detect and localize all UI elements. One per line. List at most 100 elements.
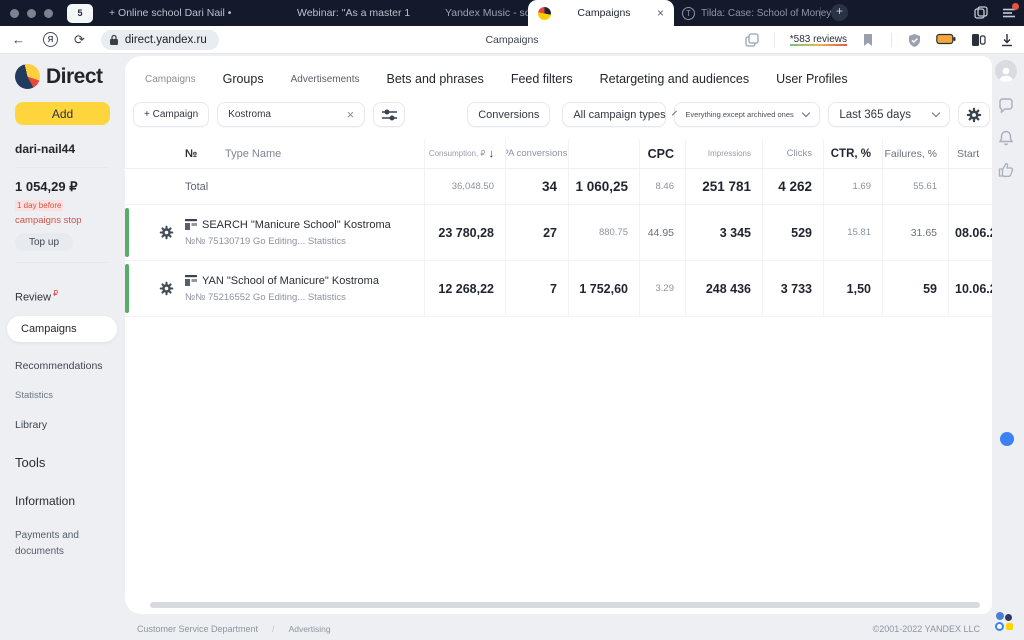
- total-cpa: 1 060,25: [575, 179, 628, 194]
- campaign-name-link[interactable]: SEARCH "Manicure School" Kostroma: [202, 219, 391, 231]
- total-consumption: 36,048.50: [451, 181, 494, 192]
- help-widget[interactable]: [1000, 432, 1014, 446]
- col-number[interactable]: №: [181, 148, 207, 160]
- back-icon[interactable]: ←: [12, 32, 25, 47]
- support-link[interactable]: Customer Service Department: [137, 624, 258, 634]
- bell-icon[interactable]: [998, 130, 1014, 146]
- col-clicks[interactable]: Clicks: [787, 148, 812, 159]
- col-start[interactable]: Start: [957, 148, 979, 160]
- cell-cpa: 1 752,60: [579, 281, 628, 296]
- campaign-search[interactable]: ×: [217, 102, 366, 127]
- sidebar-item-library[interactable]: Library: [15, 419, 125, 431]
- reviews-badge[interactable]: *583 reviews: [789, 33, 847, 46]
- chevron-down-icon: [802, 108, 811, 118]
- sidebar-item-campaigns[interactable]: Campaigns: [7, 315, 117, 342]
- clear-search-icon[interactable]: ×: [347, 107, 355, 122]
- divider: [15, 262, 109, 263]
- direct-logo[interactable]: Direct: [15, 64, 125, 89]
- browser-tab-active[interactable]: Campaigns ×: [528, 0, 674, 26]
- browser-menu-icon[interactable]: [1002, 3, 1019, 20]
- account-name[interactable]: dari-nail44: [15, 142, 125, 156]
- sidebar-item-recommendations[interactable]: Recommendations: [15, 360, 125, 372]
- conversions-button[interactable]: Conversions: [467, 102, 551, 127]
- tab-groups[interactable]: Groups: [223, 72, 264, 86]
- horizontal-scrollbar[interactable]: [150, 602, 980, 608]
- col-ctr[interactable]: CTR, %: [831, 148, 871, 160]
- sidebar-item-review[interactable]: Review ₽: [15, 289, 125, 304]
- period-dropdown[interactable]: Last 365 days: [828, 102, 951, 127]
- cell-clicks: 529: [791, 225, 812, 240]
- url-field[interactable]: direct.yandex.ru: [100, 29, 219, 50]
- sidebar-item-payments[interactable]: Payments and documents: [15, 528, 125, 560]
- thumbs-up-icon[interactable]: [998, 162, 1014, 178]
- col-cpa-conversions[interactable]: CPA conversions: [506, 148, 567, 159]
- filter-settings-button[interactable]: [373, 102, 406, 127]
- top-up-button[interactable]: Top up: [15, 233, 73, 251]
- collections-icon[interactable]: [971, 33, 986, 47]
- col-type-name[interactable]: Type Name: [207, 148, 424, 160]
- sidebar: Direct Add dari-nail44 1 054,29 ₽ 1 day …: [0, 54, 125, 640]
- bookmark-icon[interactable]: [862, 33, 876, 47]
- campaign-meta-links[interactable]: №№ 75216552 Go Editing... Statistics: [185, 292, 424, 303]
- browser-tab-2[interactable]: Webinar: "As a master 1: [297, 7, 429, 19]
- footer: Customer Service Department / Advertisin…: [0, 612, 1024, 640]
- avatar[interactable]: [995, 60, 1017, 82]
- row-settings-button[interactable]: [151, 281, 181, 296]
- tab-campaigns[interactable]: Campaigns: [145, 74, 196, 85]
- yandex-browser-icon[interactable]: Я: [43, 32, 58, 47]
- browser-tab-3[interactable]: Yandex Music - sobi: [445, 7, 541, 19]
- battery-saver-icon[interactable]: [936, 33, 956, 47]
- tab-user-profiles[interactable]: User Profiles: [776, 72, 848, 86]
- sidebar-item-statistics[interactable]: Statistics: [15, 390, 125, 401]
- refresh-icon[interactable]: ⟳: [74, 32, 85, 48]
- tab-panel-icon[interactable]: [974, 6, 988, 20]
- new-tab-button[interactable]: +: [831, 4, 848, 21]
- archived-filter-dropdown[interactable]: Everything except archived ones: [674, 102, 821, 127]
- browser-tab-tilda[interactable]: T Tilda: Case: School of Money: [682, 0, 831, 26]
- close-tab-icon[interactable]: ×: [657, 6, 664, 20]
- page-widget-icons[interactable]: [994, 610, 1016, 636]
- total-impressions: 251 781: [702, 179, 751, 194]
- col-impressions[interactable]: Impressions: [708, 149, 751, 158]
- table-row[interactable]: SEARCH "Manicure School" Kostroma №№ 751…: [125, 205, 992, 261]
- table-row[interactable]: YAN "School of Manicure" Kostroma №№ 752…: [125, 261, 992, 317]
- campaign-types-value: All campaign types: [573, 108, 666, 121]
- col-cpc[interactable]: CPC: [648, 147, 674, 161]
- add-button[interactable]: Add: [15, 102, 110, 125]
- copy-pages-icon[interactable]: [745, 32, 759, 47]
- campaign-active-indicator: [125, 264, 129, 313]
- campaign-meta-links[interactable]: №№ 75130719 Go Editing... Statistics: [185, 236, 424, 247]
- advertising-link[interactable]: Advertising: [289, 624, 331, 634]
- row-settings-button[interactable]: [151, 225, 181, 240]
- balance-warning-line1: 1 day before: [15, 200, 64, 211]
- tab-retargeting[interactable]: Retargeting and audiences: [600, 72, 749, 86]
- shield-icon[interactable]: [907, 33, 921, 47]
- chat-icon[interactable]: [998, 98, 1014, 114]
- sidebar-section-tools[interactable]: Tools: [15, 455, 125, 470]
- tab-counter-icon[interactable]: 5: [67, 3, 93, 23]
- add-campaign-button[interactable]: + Campaign: [133, 102, 210, 127]
- window-minimize-icon[interactable]: [27, 8, 36, 18]
- cell-cpa: 880.75: [598, 227, 628, 238]
- window-zoom-icon[interactable]: [44, 8, 53, 18]
- tab-feed-filters[interactable]: Feed filters: [511, 72, 573, 86]
- sort-desc-icon[interactable]: ↓: [489, 148, 495, 160]
- window-close-icon[interactable]: [10, 8, 19, 18]
- tab-counter-value: 5: [77, 8, 83, 18]
- table-settings-button[interactable]: [958, 102, 991, 127]
- payments-line2: documents: [15, 545, 64, 557]
- browser-tab-1[interactable]: + Online school Dari Nail •: [109, 7, 259, 19]
- campaign-types-dropdown[interactable]: All campaign types: [562, 102, 677, 127]
- col-failures[interactable]: Failures, %: [884, 148, 937, 160]
- campaign-name-link[interactable]: YAN "School of Manicure" Kostroma: [202, 275, 379, 287]
- search-input[interactable]: [228, 109, 339, 120]
- table-total-row: Total 36,048.50 34 1 060,25 8.46 251 781…: [125, 169, 992, 205]
- tab-bets-and-phrases[interactable]: Bets and phrases: [387, 72, 484, 86]
- cell-clicks: 3 733: [780, 281, 812, 296]
- col-consumption[interactable]: Consumption, ₽: [429, 149, 486, 158]
- browser-topbar: 5 + Online school Dari Nail • Webinar: "…: [0, 0, 1024, 26]
- sidebar-section-information[interactable]: Information: [15, 494, 125, 508]
- window-controls[interactable]: [10, 8, 53, 18]
- tab-advertisements[interactable]: Advertisements: [291, 74, 360, 85]
- downloads-icon[interactable]: [1000, 33, 1014, 47]
